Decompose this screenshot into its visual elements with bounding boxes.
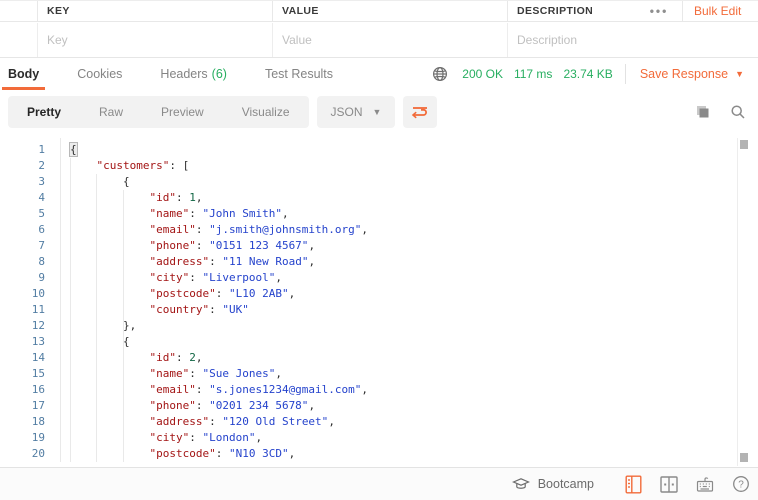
view-mode-switcher: Pretty Raw Preview Visualize <box>8 96 309 128</box>
copy-button[interactable] <box>690 100 714 124</box>
network-globe-icon[interactable] <box>432 66 448 82</box>
status-bar: Bootcamp <box>0 467 758 500</box>
scrollbar-thumb-top[interactable] <box>740 140 748 149</box>
help-icon: ? <box>732 475 750 493</box>
response-size: 23.74 KB <box>563 67 612 81</box>
two-pane-view-button[interactable] <box>658 473 680 495</box>
search-button[interactable] <box>726 100 750 124</box>
headers-count-badge: (6) <box>212 67 227 81</box>
help-button[interactable]: ? <box>730 473 752 495</box>
toolbar-right <box>678 100 750 124</box>
scrollbar-track <box>737 138 738 466</box>
description-input[interactable] <box>508 23 758 57</box>
keyboard-icon <box>696 475 714 493</box>
code-lines: { "customers": [ { "id": 1, "name": "Joh… <box>70 142 368 462</box>
params-header-description: DESCRIPTION <box>508 1 636 21</box>
params-header-value: VALUE <box>273 1 508 21</box>
params-header-blank-cell <box>0 1 38 21</box>
bulk-edit-button[interactable]: Bulk Edit <box>682 1 758 21</box>
params-new-row <box>0 23 758 58</box>
params-header-key: KEY <box>38 1 273 21</box>
tab-body[interactable]: Body <box>8 58 39 90</box>
status-code: 200 OK <box>462 67 503 81</box>
mode-pretty[interactable]: Pretty <box>8 96 80 128</box>
tab-test-results[interactable]: Test Results <box>265 58 333 90</box>
key-input[interactable] <box>38 23 272 57</box>
mode-visualize[interactable]: Visualize <box>223 96 309 128</box>
scrollbar-thumb-bottom[interactable] <box>740 453 748 462</box>
wrap-lines-icon <box>411 104 429 120</box>
shortcuts-button[interactable] <box>694 473 716 495</box>
svg-text:?: ? <box>738 480 744 491</box>
save-response-caret-icon: ▼ <box>735 69 744 79</box>
save-response-button[interactable]: Save Response ▼ <box>640 67 744 81</box>
body-viewer-toolbar: Pretty Raw Preview Visualize JSON ▼ <box>8 96 750 128</box>
console-button[interactable] <box>622 473 644 495</box>
mode-raw[interactable]: Raw <box>80 96 142 128</box>
response-tabs: Body Cookies Headers(6) Test Results <box>0 58 371 90</box>
two-pane-icon <box>660 476 678 493</box>
language-dropdown[interactable]: JSON ▼ <box>317 96 396 128</box>
response-time: 117 ms <box>514 67 552 81</box>
params-row-handle-cell <box>0 23 38 57</box>
response-header: Body Cookies Headers(6) Test Results 200… <box>0 58 758 90</box>
response-body-code-viewer[interactable]: 1234567891011121314151617181920 { "custo… <box>0 138 758 466</box>
graduation-cap-icon <box>512 477 530 491</box>
copy-icon <box>694 104 710 120</box>
wrap-lines-button[interactable] <box>403 96 437 128</box>
gutter-divider <box>60 138 61 462</box>
tab-cookies[interactable]: Cookies <box>77 58 122 90</box>
api-client-window: KEY VALUE DESCRIPTION ••• Bulk Edit Body… <box>0 0 758 500</box>
console-icon <box>625 475 642 494</box>
params-table-header: KEY VALUE DESCRIPTION ••• Bulk Edit <box>0 0 758 22</box>
search-icon <box>730 104 746 120</box>
response-meta: 200 OK 117 ms 23.74 KB Save Response ▼ <box>432 58 758 90</box>
language-caret-icon: ▼ <box>373 107 382 117</box>
line-numbers: 1234567891011121314151617181920 <box>0 142 60 462</box>
tab-headers[interactable]: Headers(6) <box>160 58 227 90</box>
more-options-button[interactable]: ••• <box>636 1 682 21</box>
bootcamp-button[interactable]: Bootcamp <box>512 477 594 491</box>
value-input[interactable] <box>273 23 507 57</box>
meta-divider <box>625 64 626 84</box>
mode-preview[interactable]: Preview <box>142 96 223 128</box>
